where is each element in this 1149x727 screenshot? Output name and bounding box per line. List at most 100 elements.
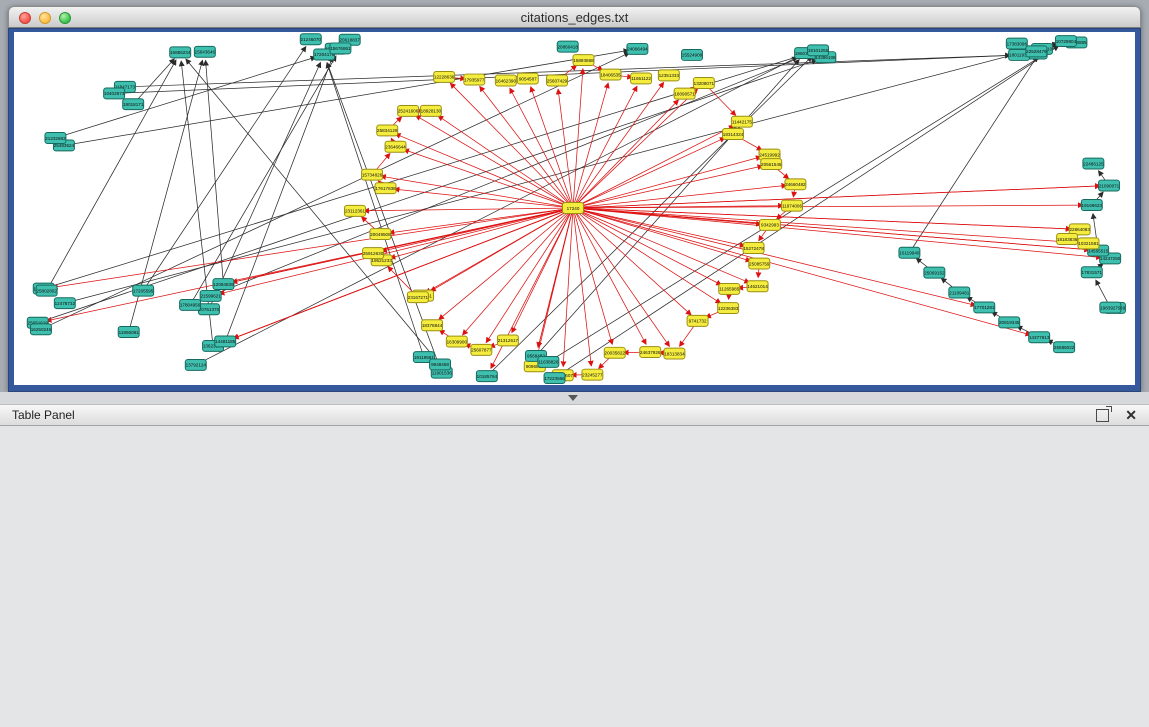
network-window-titlebar[interactable]: citations_edges.txt — [8, 6, 1141, 28]
graph-node[interactable]: 11856081 — [118, 327, 139, 338]
graph-node[interactable]: 18090571 — [674, 88, 695, 99]
graph-node[interactable]: 11442175 — [731, 116, 752, 127]
graph-node[interactable]: 18378844 — [422, 320, 443, 331]
graph-node[interactable]: 20049508 — [370, 229, 391, 240]
graph-node[interactable]: 19101255 — [808, 45, 829, 56]
graph-node[interactable]: 15643646 — [194, 46, 215, 57]
graph-node[interactable]: 15734826 — [362, 169, 383, 180]
graph-node[interactable]: 14377913 — [1029, 332, 1050, 343]
graph-node[interactable]: 19839279 — [1100, 302, 1121, 313]
graph-node[interactable]: 11651122 — [631, 73, 652, 84]
graph-node[interactable]: 16462390 — [495, 75, 516, 86]
graph-node[interactable]: 18314324 — [723, 129, 744, 140]
graph-node[interactable]: 9054587 — [517, 73, 538, 84]
graph-node[interactable]: 18313834 — [664, 348, 685, 359]
graph-node[interactable]: 25241606 — [398, 105, 419, 116]
graph-node[interactable]: 9741732 — [687, 315, 708, 326]
graph-node[interactable]: 16886234 — [170, 47, 191, 58]
graph-node[interactable]: 23112361 — [345, 205, 366, 216]
panel-splitter[interactable] — [0, 392, 1149, 404]
graph-node[interactable]: 15676861 — [330, 43, 351, 54]
graph-node[interactable]: 23646644 — [385, 141, 406, 152]
float-panel-icon[interactable] — [1096, 409, 1109, 422]
graph-node[interactable]: 17701281 — [974, 302, 995, 313]
graph-node[interactable]: 12228636 — [434, 71, 455, 82]
graph-node[interactable]: 11974006 — [782, 200, 803, 211]
graph-node[interactable]: 13208071 — [693, 78, 714, 89]
graph-node[interactable]: 12351333 — [658, 70, 679, 81]
graph-node[interactable]: 25607429 — [547, 75, 568, 86]
graph-node[interactable]: 9342993 — [759, 219, 780, 230]
graph-node[interactable]: 23167271 — [407, 292, 428, 303]
graph-node[interactable]: 17617838 — [375, 183, 396, 194]
graph-node[interactable]: 11638826 — [538, 356, 559, 367]
graph-node[interactable]: 19018171 — [123, 99, 144, 110]
graph-node[interactable]: 13792124 — [185, 359, 206, 370]
graph-node[interactable]: 15272478 — [743, 243, 764, 254]
graph-node[interactable]: 25834129 — [377, 125, 398, 136]
graph-node[interactable]: 25085759 — [749, 258, 770, 269]
graph-node[interactable]: 18183836 — [1057, 234, 1078, 245]
graph-edge — [573, 166, 762, 208]
splitter-handle-icon[interactable] — [568, 395, 578, 401]
minimize-window-button[interactable] — [39, 12, 51, 24]
graph-node[interactable]: 19169623 — [1081, 200, 1102, 211]
graph-node[interactable]: 16309900 — [446, 336, 467, 347]
graph-node[interactable]: 18928130 — [420, 105, 441, 116]
graph-node[interactable]: 21246070 — [300, 34, 321, 45]
graph-node[interactable]: 25802802 — [36, 285, 57, 296]
graph-node[interactable]: 14481185 — [215, 336, 236, 347]
close-panel-icon[interactable]: ✕ — [1125, 408, 1137, 422]
graph-node[interactable]: 10729804 — [1055, 36, 1076, 47]
graph-node[interactable]: 22528479 — [1026, 46, 1047, 57]
svg-text:20761370: 20761370 — [199, 307, 220, 312]
graph-node[interactable]: 23245277 — [582, 369, 603, 380]
close-window-button[interactable] — [19, 12, 31, 24]
graph-node[interactable]: 12236383 — [718, 303, 739, 314]
graph-node[interactable]: 20035822 — [604, 347, 625, 358]
graph-node[interactable]: 16250246 — [30, 324, 51, 335]
graph-node[interactable]: 16119940 — [899, 247, 920, 258]
graph-node[interactable]: 12094839 — [213, 279, 234, 290]
graph-node[interactable]: 25586022 — [1054, 342, 1075, 353]
graph-node[interactable]: 15524909 — [682, 50, 703, 61]
graph-node[interactable]: 21312617 — [497, 335, 518, 346]
graph-node[interactable]: 20761370 — [198, 304, 219, 315]
svg-text:12228636: 12228636 — [434, 75, 455, 80]
graph-node[interactable]: 20819345 — [999, 317, 1020, 328]
graph-node[interactable]: 17935977 — [464, 74, 485, 85]
graph-node[interactable]: 20860418 — [557, 41, 578, 52]
table-panel: Table Panel ✕ f(x) citations_edges.txt n… — [0, 392, 1149, 727]
graph-node[interactable]: 25069152 — [924, 267, 945, 278]
graph-node[interactable]: 15893868 — [573, 55, 594, 66]
graph-node[interactable]: 21109481 — [949, 287, 970, 298]
svg-text:20035822: 20035822 — [605, 351, 626, 356]
graph-node[interactable]: 25912630 — [363, 248, 384, 259]
graph-node[interactable]: 10185764 — [476, 371, 497, 382]
graph-node[interactable]: 18406535 — [600, 69, 621, 80]
graph-node[interactable]: 17205595 — [133, 285, 154, 296]
graph-node[interactable]: 10402873 — [104, 88, 125, 99]
graph-node[interactable]: 17223566 — [544, 373, 565, 384]
graph-node[interactable]: 25607877 — [471, 344, 492, 355]
zoom-window-button[interactable] — [59, 12, 71, 24]
network-canvas[interactable]: 25607429 15893868 18406535 11651122 12351333… — [14, 32, 1135, 385]
graph-node[interactable]: 14621014 — [747, 281, 768, 292]
graph-node[interactable]: 17240 — [563, 203, 584, 214]
graph-node[interactable]: 12478732 — [54, 298, 75, 309]
graph-node[interactable]: 10321581 — [1078, 238, 1099, 249]
graph-node[interactable]: 24096494 — [627, 43, 648, 54]
table-panel-header: Table Panel ✕ — [0, 404, 1149, 426]
graph-node[interactable]: 21090071 — [1099, 180, 1120, 191]
graph-node[interactable]: 24637926 — [640, 347, 661, 358]
graph-node[interactable]: 21232882 — [45, 133, 66, 144]
graph-node[interactable]: 22486125 — [1083, 158, 1104, 169]
graph-node[interactable]: 17804956 — [180, 299, 201, 310]
graph-node[interactable]: 17383096 — [1006, 38, 1027, 49]
graph-node[interactable]: 17831571 — [1081, 267, 1102, 278]
graph-node[interactable]: 9948458 — [430, 359, 451, 370]
graph-node[interactable]: 20561545 — [761, 159, 782, 170]
graph-node[interactable]: 21599621 — [200, 290, 221, 301]
graph-node[interactable]: 24660482 — [785, 179, 806, 190]
graph-node[interactable]: 11265985 — [719, 283, 740, 294]
